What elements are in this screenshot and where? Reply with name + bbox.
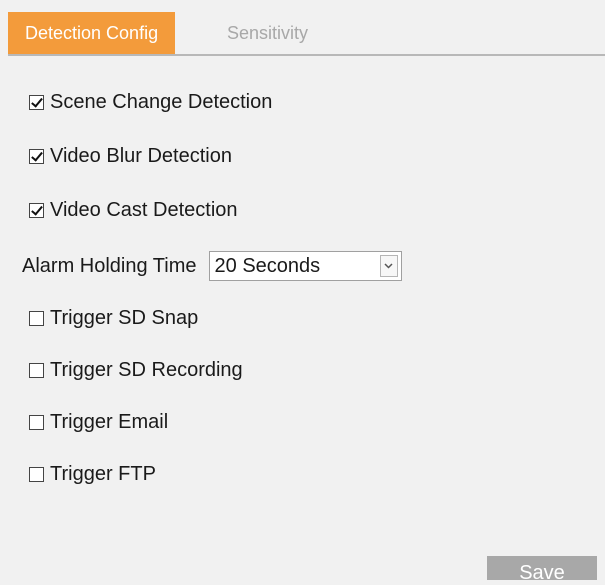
save-button[interactable]: Save — [487, 556, 597, 584]
trigger-ftp-label: Trigger FTP — [50, 462, 156, 485]
alarm-holding-time-label: Alarm Holding Time — [22, 254, 197, 277]
trigger-email-option[interactable]: Trigger Email — [29, 409, 168, 435]
tab-bar: Detection Config Sensitivity — [8, 12, 605, 56]
alarm-holding-time-row: Alarm Holding Time 20 Seconds — [22, 250, 402, 282]
scene-change-checkbox[interactable] — [29, 94, 44, 110]
video-cast-checkbox[interactable] — [29, 202, 44, 218]
trigger-email-label: Trigger Email — [50, 410, 169, 433]
tab-detection-config[interactable]: Detection Config — [8, 12, 176, 54]
trigger-sd-snap-option[interactable]: Trigger SD Snap — [29, 305, 198, 331]
trigger-ftp-option[interactable]: Trigger FTP — [29, 461, 156, 487]
video-cast-label: Video Cast Detection — [50, 198, 238, 221]
trigger-sd-recording-checkbox[interactable] — [29, 362, 44, 378]
tab-sensitivity[interactable]: Sensitivity — [210, 12, 325, 54]
scene-change-label: Scene Change Detection — [50, 90, 273, 113]
video-blur-checkbox[interactable] — [29, 148, 44, 164]
trigger-sd-snap-checkbox[interactable] — [29, 310, 44, 326]
trigger-sd-recording-label: Trigger SD Recording — [50, 358, 243, 381]
trigger-sd-snap-label: Trigger SD Snap — [50, 306, 199, 329]
video-cast-detection-option[interactable]: Video Cast Detection — [29, 197, 238, 223]
video-blur-label: Video Blur Detection — [50, 144, 232, 167]
trigger-email-checkbox[interactable] — [29, 414, 44, 430]
trigger-ftp-checkbox[interactable] — [29, 466, 44, 482]
alarm-holding-time-select[interactable]: 20 Seconds — [208, 251, 402, 281]
trigger-sd-recording-option[interactable]: Trigger SD Recording — [29, 357, 243, 383]
video-blur-detection-option[interactable]: Video Blur Detection — [29, 143, 232, 169]
alarm-holding-time-value: 20 Seconds — [214, 254, 321, 277]
scene-change-detection-option[interactable]: Scene Change Detection — [29, 89, 272, 115]
chevron-down-icon[interactable] — [379, 255, 398, 277]
